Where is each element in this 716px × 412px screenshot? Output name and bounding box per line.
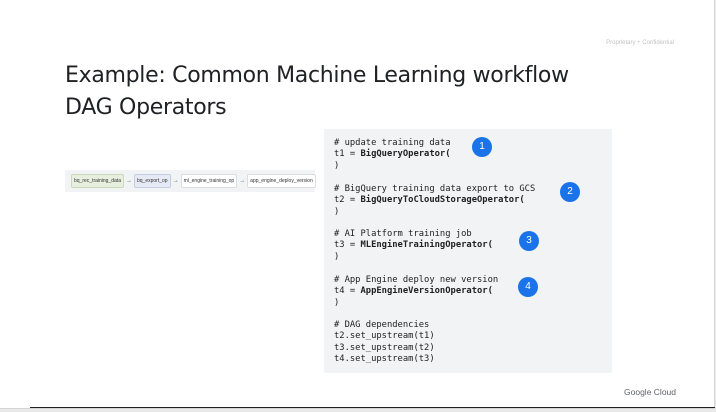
dag-node-ml-engine-training-op: ml_engine_training_op — [180, 174, 238, 188]
title-line-2: DAG Operators — [65, 95, 227, 120]
step-badge-1: 1 — [472, 137, 492, 157]
code-assign: t4 = — [334, 286, 361, 297]
dependency-line-3: t4.set_upstream(t3) — [334, 354, 435, 365]
code-comment: # AI Platform training job — [334, 229, 472, 239]
code-comment: # update training data — [334, 138, 451, 148]
code-block-4: # App Engine deploy new version t4 = App… — [334, 275, 498, 309]
dag-node-bq-rec-training-data: bq_rec_training_data — [71, 174, 124, 188]
code-block-2: # BigQuery training data export to GCS t… — [334, 184, 535, 218]
dag-node-bq-export-op: bq_export_op — [133, 174, 171, 188]
confidential-label: Proprietary + Confidential — [606, 40, 674, 46]
code-close: ) — [334, 206, 340, 217]
operator-name: MLEngineTrainingOperator( — [360, 240, 493, 251]
step-badge-3: 3 — [519, 231, 539, 251]
slide: Proprietary + Confidential Example: Comm… — [0, 0, 715, 409]
code-block-3: # AI Platform training job t3 = MLEngine… — [334, 229, 493, 263]
code-close: ) — [334, 160, 340, 171]
code-assign: t1 = — [334, 149, 361, 160]
code-comment: # DAG dependencies — [334, 320, 430, 330]
step-badge-4: 4 — [518, 277, 538, 297]
google-cloud-logo: Google Cloud — [624, 387, 676, 397]
arrow-icon: → — [125, 178, 132, 184]
dag-diagram: bq_rec_training_data → bq_export_op → ml… — [65, 170, 316, 192]
code-block-1: # update training data t1 = BigQueryOper… — [334, 138, 451, 172]
code-close: ) — [334, 251, 340, 262]
operator-name: BigQueryOperator( — [360, 149, 451, 160]
operator-name: BigQueryToCloudStorageOperator( — [360, 195, 525, 206]
code-comment: # App Engine deploy new version — [334, 275, 499, 285]
dag-node-app-engine-deploy-version: app_engine_deploy_version — [247, 174, 316, 188]
title-line-1: Example: Common Machine Learning workflo… — [65, 63, 569, 88]
arrow-icon: → — [172, 178, 179, 184]
code-close: ) — [334, 297, 340, 308]
dependency-line-2: t3.set_upstream(t2) — [334, 342, 435, 353]
slide-title: Example: Common Machine Learning workflo… — [65, 60, 569, 124]
arrow-icon: → — [239, 178, 246, 184]
code-panel: # update training data t1 = BigQueryOper… — [324, 129, 612, 373]
footer-divider — [30, 407, 715, 408]
dependency-line-1: t2.set_upstream(t1) — [334, 331, 435, 342]
step-badge-2: 2 — [560, 182, 580, 202]
code-assign: t3 = — [334, 240, 361, 251]
code-comment: # BigQuery training data export to GCS — [334, 184, 536, 194]
code-assign: t2 = — [334, 195, 361, 206]
operator-name: AppEngineVersionOperator( — [360, 286, 493, 297]
code-block-dependencies: # DAG dependencies t2.set_upstream(t1) t… — [334, 320, 435, 366]
